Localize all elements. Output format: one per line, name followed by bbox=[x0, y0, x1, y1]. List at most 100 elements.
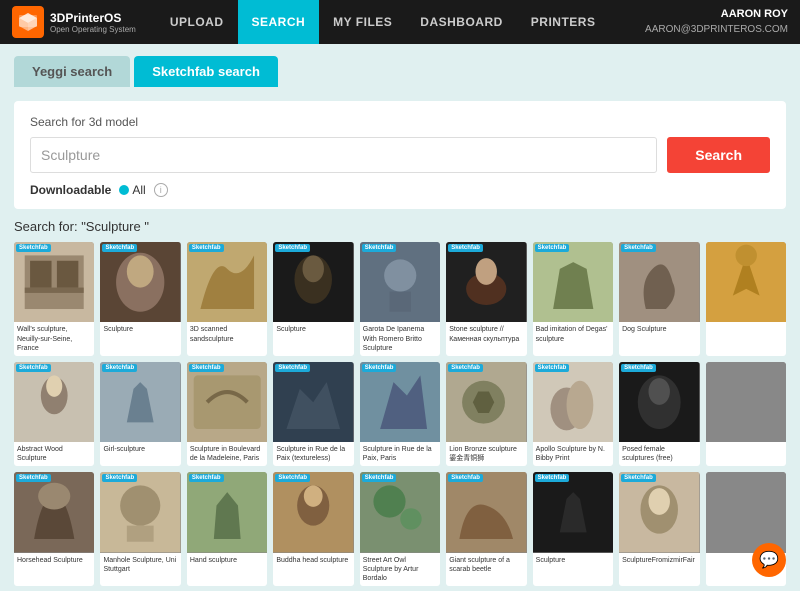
sketchfab-badge: Sketchfab bbox=[275, 364, 310, 372]
grid-item[interactable]: SketchfabStone sculpture // Каменная ску… bbox=[446, 242, 526, 356]
thumbnail bbox=[706, 242, 786, 322]
search-button[interactable]: Search bbox=[667, 137, 770, 173]
sketchfab-badge: Sketchfab bbox=[189, 244, 224, 252]
footer: © 3DPrinterOS 2015, All rights reserved.… bbox=[14, 586, 786, 591]
search-input[interactable] bbox=[30, 137, 657, 173]
grid-item[interactable]: SketchfabGarota De Ipanema With Romero B… bbox=[360, 242, 440, 356]
thumbnail: Sketchfab bbox=[273, 362, 353, 442]
grid-item[interactable] bbox=[706, 362, 786, 467]
grid-item[interactable]: SketchfabPosed female sculptures (free) bbox=[619, 362, 699, 467]
item-label: Hand sculpture bbox=[187, 553, 267, 575]
grid-item[interactable]: SketchfabWall's sculpture, Neuilly-sur-S… bbox=[14, 242, 94, 356]
grid-item[interactable]: Sketchfab Sculpture in Rue de la Paix (te… bbox=[273, 362, 353, 467]
item-label: Horsehead Sculpture bbox=[14, 553, 94, 575]
grid-item[interactable]: Sketchfab Abstract Wood Sculpture bbox=[14, 362, 94, 467]
grid-item[interactable]: Sketchfab Sculpture in Boulevard de la Ma… bbox=[187, 362, 267, 467]
grid-item[interactable]: Sketchfab Bad imitation of Degas' sculptu… bbox=[533, 242, 613, 356]
sketchfab-badge: Sketchfab bbox=[448, 364, 483, 372]
thumbnail: Sketchfab bbox=[533, 242, 613, 322]
grid-item[interactable]: Sketchfab Horsehead Sculpture bbox=[14, 472, 94, 586]
sketchfab-badge: Sketchfab bbox=[102, 474, 137, 482]
grid-item[interactable] bbox=[706, 242, 786, 356]
item-label: Manhole Sculpture, Uni Stuttgart bbox=[100, 553, 180, 577]
thumbnail: Sketchfab bbox=[360, 362, 440, 442]
nav-printers[interactable]: PRINTERS bbox=[517, 0, 610, 44]
grid-item[interactable]: Sketchfab Sculpture bbox=[100, 242, 180, 356]
item-label: Giant sculpture of a scarab beetle bbox=[446, 553, 526, 577]
item-label: Street Art Owl Sculpture by Artur Bordal… bbox=[360, 553, 440, 586]
item-label: Lion Bronze sculpture 鎏金青铜狮 bbox=[446, 442, 526, 466]
item-label: Sculpture bbox=[273, 322, 353, 344]
header: 3DPrinterOS Open Operating System UPLOAD… bbox=[0, 0, 800, 44]
grid-item[interactable]: Sketchfab Apollo Sculpture by N. Bibby Pr… bbox=[533, 362, 613, 467]
item-label: Abstract Wood Sculpture bbox=[14, 442, 94, 466]
item-label: Apollo Sculpture by N. Bibby Print bbox=[533, 442, 613, 466]
sketchfab-badge: Sketchfab bbox=[362, 244, 397, 252]
thumbnail: Sketchfab bbox=[14, 362, 94, 442]
grid-item[interactable]: Sketchfab Lion Bronze sculpture 鎏金青铜狮 bbox=[446, 362, 526, 467]
grid-item[interactable]: SketchfabSculpture bbox=[533, 472, 613, 586]
thumbnail: Sketchfab bbox=[619, 362, 699, 442]
search-row: Search bbox=[30, 137, 770, 173]
radio-all[interactable] bbox=[119, 185, 129, 195]
sketchfab-badge: Sketchfab bbox=[189, 474, 224, 482]
sketchfab-badge: Sketchfab bbox=[535, 474, 570, 482]
thumbnail: Sketchfab bbox=[619, 472, 699, 552]
chat-button[interactable]: 💬 bbox=[752, 543, 786, 577]
thumbnail: Sketchfab bbox=[446, 472, 526, 552]
tab-sketchfab[interactable]: Sketchfab search bbox=[134, 56, 278, 87]
tab-yeggi[interactable]: Yeggi search bbox=[14, 56, 130, 87]
item-label: Sculpture in Rue de la Paix (textureless… bbox=[273, 442, 353, 466]
item-label: Sculpture in Boulevard de la Madeleine, … bbox=[187, 442, 267, 466]
item-label: Bad imitation of Degas' sculpture bbox=[533, 322, 613, 346]
grid-item[interactable]: Sketchfab Sculpture in Rue de la Paix, Pa… bbox=[360, 362, 440, 467]
thumbnail: Sketchfab bbox=[100, 362, 180, 442]
sketchfab-badge: Sketchfab bbox=[16, 474, 51, 482]
sketchfab-badge: Sketchfab bbox=[621, 364, 656, 372]
sketchfab-badge: Sketchfab bbox=[535, 364, 570, 372]
item-label: Sculpture in Rue de la Paix, Paris bbox=[360, 442, 440, 466]
grid-item[interactable]: Sketchfab Hand sculpture bbox=[187, 472, 267, 586]
item-label: Sculpture bbox=[100, 322, 180, 344]
grid-item[interactable]: Sketchfab3D scanned sandsculpture bbox=[187, 242, 267, 356]
item-label: Dog Sculpture bbox=[619, 322, 699, 344]
tab-bar: Yeggi search Sketchfab search bbox=[14, 56, 786, 87]
sketchfab-badge: Sketchfab bbox=[16, 364, 51, 372]
nav-myfiles[interactable]: MY FILES bbox=[319, 0, 406, 44]
sketchfab-badge: Sketchfab bbox=[621, 474, 656, 482]
sketchfab-badge: Sketchfab bbox=[102, 244, 137, 252]
thumbnail: Sketchfab bbox=[360, 242, 440, 322]
thumbnail: Sketchfab bbox=[100, 242, 180, 322]
grid-item[interactable]: SketchfabBuddha head sculpture bbox=[273, 472, 353, 586]
item-label: Stone sculpture // Каменная скульптура bbox=[446, 322, 526, 346]
thumbnail: Sketchfab bbox=[619, 242, 699, 322]
search-area: Search for 3d model Search Downloadable … bbox=[14, 101, 786, 209]
sketchfab-badge: Sketchfab bbox=[362, 364, 397, 372]
sketchfab-badge: Sketchfab bbox=[621, 244, 656, 252]
nav-upload[interactable]: UPLOAD bbox=[156, 0, 238, 44]
thumbnail: Sketchfab bbox=[273, 242, 353, 322]
nav-dashboard[interactable]: DASHBOARD bbox=[406, 0, 517, 44]
sketchfab-badge: Sketchfab bbox=[535, 244, 570, 252]
filter-all-option[interactable]: All bbox=[119, 183, 145, 197]
info-icon[interactable]: i bbox=[154, 183, 168, 197]
results-label: Search for: "Sculpture " bbox=[14, 219, 786, 234]
grid-item[interactable]: Sketchfab Manhole Sculpture, Uni Stuttgar… bbox=[100, 472, 180, 586]
grid-item[interactable]: Sketchfab Dog Sculpture bbox=[619, 242, 699, 356]
grid-item[interactable]: SketchfabSculptureFromizmirFair bbox=[619, 472, 699, 586]
thumbnail: Sketchfab bbox=[446, 242, 526, 322]
sketchfab-badge: Sketchfab bbox=[189, 364, 224, 372]
sketchfab-badge: Sketchfab bbox=[448, 474, 483, 482]
nav-search[interactable]: SEARCH bbox=[238, 0, 320, 44]
filter-label: Downloadable bbox=[30, 183, 111, 197]
item-label: Wall's sculpture, Neuilly-sur-Seine, Fra… bbox=[14, 322, 94, 355]
thumbnail: Sketchfab bbox=[446, 362, 526, 442]
thumbnail: Sketchfab bbox=[187, 472, 267, 552]
main-container: Yeggi search Sketchfab search Search for… bbox=[0, 44, 800, 591]
grid-item[interactable]: SketchfabStreet Art Owl Sculpture by Art… bbox=[360, 472, 440, 586]
grid-item[interactable]: SketchfabGirl-sculpture bbox=[100, 362, 180, 467]
item-label: Girl-sculpture bbox=[100, 442, 180, 464]
thumbnail: Sketchfab bbox=[533, 472, 613, 552]
grid-item[interactable]: Sketchfab Giant sculpture of a scarab bee… bbox=[446, 472, 526, 586]
grid-item[interactable]: SketchfabSculpture bbox=[273, 242, 353, 356]
